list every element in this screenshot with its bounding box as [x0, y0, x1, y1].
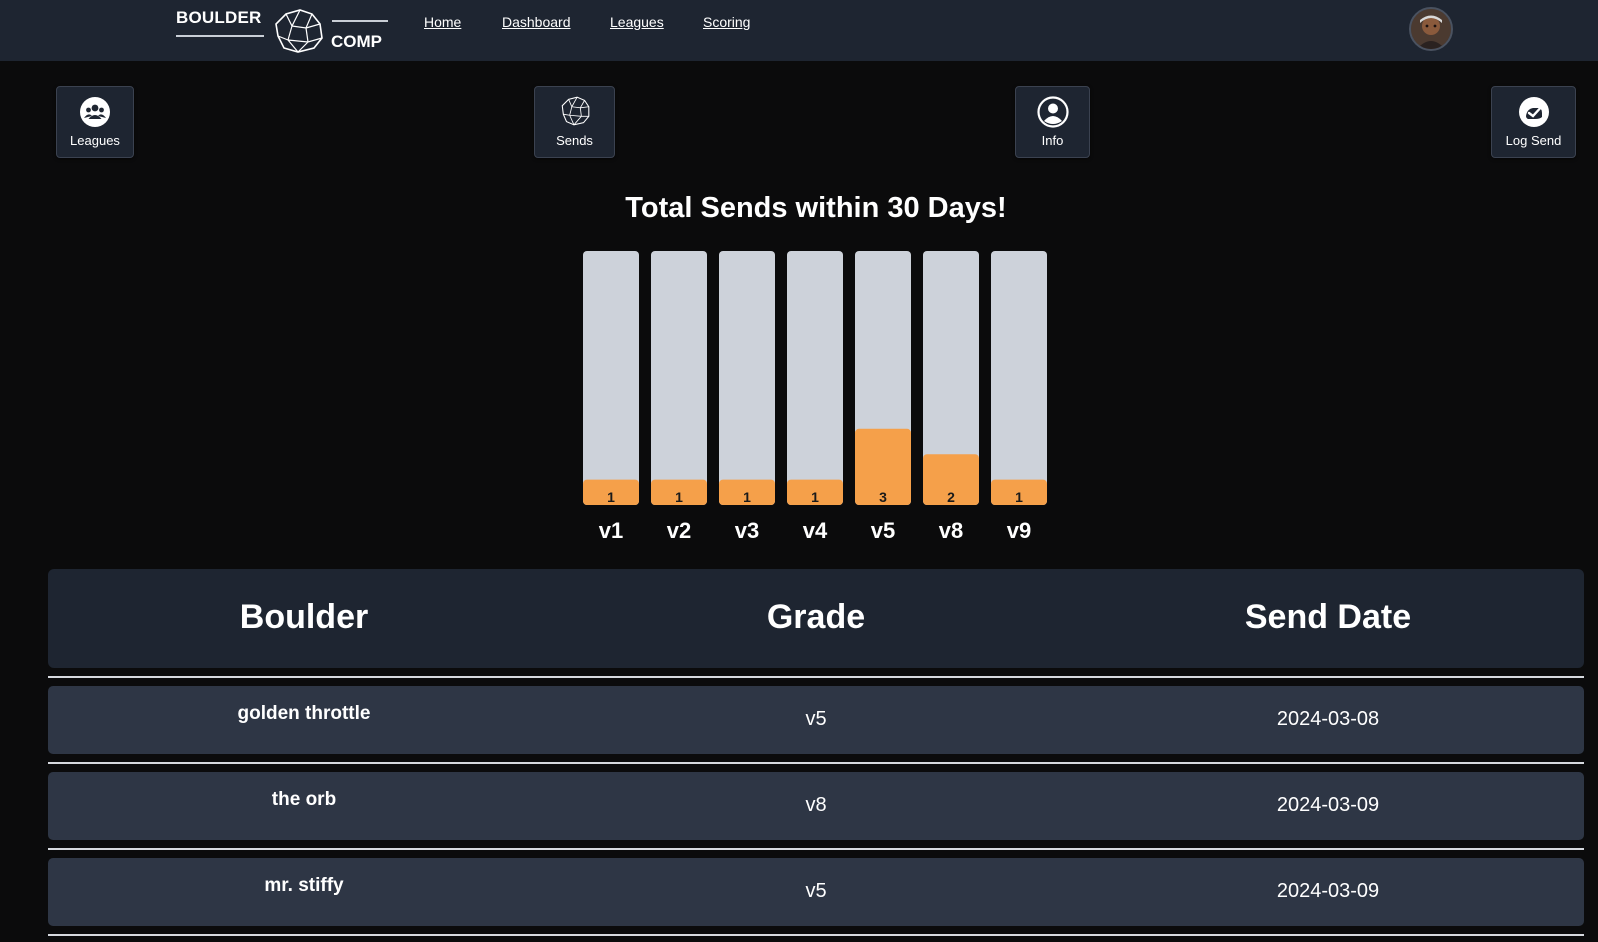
leagues-button[interactable]: Leagues	[56, 86, 134, 158]
bar	[651, 479, 707, 505]
send-date: 2024-03-09	[1276, 880, 1380, 902]
nav-link-leagues[interactable]: Leagues	[610, 14, 664, 30]
bar	[923, 454, 979, 505]
category-label: v8	[939, 518, 963, 543]
top-navbar: BOULDER COMP Home Dashboard Leagues Scor…	[0, 0, 1598, 61]
bar-value-label: 2	[947, 489, 955, 505]
table-header: Boulder Grade Send Date	[48, 569, 1584, 668]
user-circle-icon	[1036, 96, 1069, 128]
logo-rule-right	[332, 20, 388, 22]
row-divider	[48, 676, 1584, 678]
boulder-name: mr. stiffy	[264, 875, 344, 896]
log-send-label: Log Send	[1505, 133, 1562, 148]
info-label: Info	[1041, 133, 1064, 148]
bar-track	[923, 251, 979, 505]
bar	[719, 479, 775, 505]
bar-track	[991, 251, 1047, 505]
bar	[787, 479, 843, 505]
sends-bar-chart: 1 v1 1 v2 1 v3 1 v4 3 v5 2 v8 1 v9	[583, 251, 1047, 543]
column-header-send-date: Send Date	[1244, 598, 1412, 636]
nav-link-dashboard[interactable]: Dashboard	[502, 14, 571, 30]
row-divider	[48, 762, 1584, 764]
row-divider	[48, 848, 1584, 850]
bar-value-label: 3	[879, 489, 887, 505]
boulder-name: the orb	[271, 789, 337, 810]
nav-link-home[interactable]: Home	[424, 14, 461, 30]
logo-rule-left	[176, 35, 264, 37]
bar	[855, 428, 911, 505]
table-row[interactable]: mr. stiffy v5 2024-03-09	[48, 858, 1584, 926]
boulder-grade: v5	[805, 708, 827, 730]
boulder-name: golden throttle	[237, 703, 371, 724]
bar-track	[651, 251, 707, 505]
boulder-logo-icon	[275, 9, 323, 53]
column-header-grade: Grade	[766, 598, 866, 636]
bar-group: 1 v9	[991, 251, 1047, 543]
table-row[interactable]: golden throttle v5 2024-03-08	[48, 686, 1584, 754]
table-row[interactable]: the orb v8 2024-03-09	[48, 772, 1584, 840]
bar-value-label: 1	[743, 489, 751, 505]
nav-link-scoring[interactable]: Scoring	[703, 14, 750, 30]
category-label: v1	[599, 518, 623, 543]
user-avatar[interactable]	[1409, 7, 1453, 51]
boulder-icon	[561, 96, 589, 126]
boulder-grade: v8	[805, 794, 827, 816]
bar-group: 1 v1	[583, 251, 639, 543]
sends-button[interactable]: Sends	[534, 86, 615, 158]
info-button[interactable]: Info	[1015, 86, 1090, 158]
bar-track	[719, 251, 775, 505]
bar-group: 1 v4	[787, 251, 843, 543]
check-badge-icon	[1518, 97, 1549, 127]
category-label: v9	[1007, 518, 1031, 543]
log-send-button[interactable]: Log Send	[1491, 86, 1576, 158]
category-label: v3	[735, 518, 759, 543]
bar-group: 3 v5	[855, 251, 911, 543]
bar-value-label: 1	[811, 489, 819, 505]
brand-logo[interactable]: BOULDER COMP	[174, 4, 390, 54]
bar-track	[787, 251, 843, 505]
category-label: v2	[667, 518, 691, 543]
column-header-boulder: Boulder	[239, 598, 369, 636]
boulder-grade: v5	[805, 880, 827, 902]
bar-track	[583, 251, 639, 505]
send-date: 2024-03-08	[1276, 708, 1380, 730]
bar-group: 1 v3	[719, 251, 775, 543]
brand-word-bottom: COMP	[331, 32, 382, 51]
bar-value-label: 1	[675, 489, 683, 505]
bar-value-label: 1	[607, 489, 615, 505]
users-icon	[80, 97, 110, 127]
bar	[991, 479, 1047, 505]
send-date: 2024-03-09	[1276, 794, 1380, 816]
brand-word-top: BOULDER	[176, 8, 262, 27]
chart-title: Total Sends within 30 Days!	[625, 192, 1007, 224]
bar-track	[855, 251, 911, 505]
bar-group: 1 v2	[651, 251, 707, 543]
row-divider	[48, 934, 1584, 936]
bar-group: 2 v8	[923, 251, 979, 543]
bar-value-label: 1	[1015, 489, 1023, 505]
category-label: v4	[803, 518, 828, 543]
sends-label: Sends	[556, 133, 593, 148]
leagues-label: Leagues	[70, 133, 120, 148]
avatar-image	[1411, 9, 1451, 49]
bar	[583, 479, 639, 505]
category-label: v5	[871, 518, 895, 543]
